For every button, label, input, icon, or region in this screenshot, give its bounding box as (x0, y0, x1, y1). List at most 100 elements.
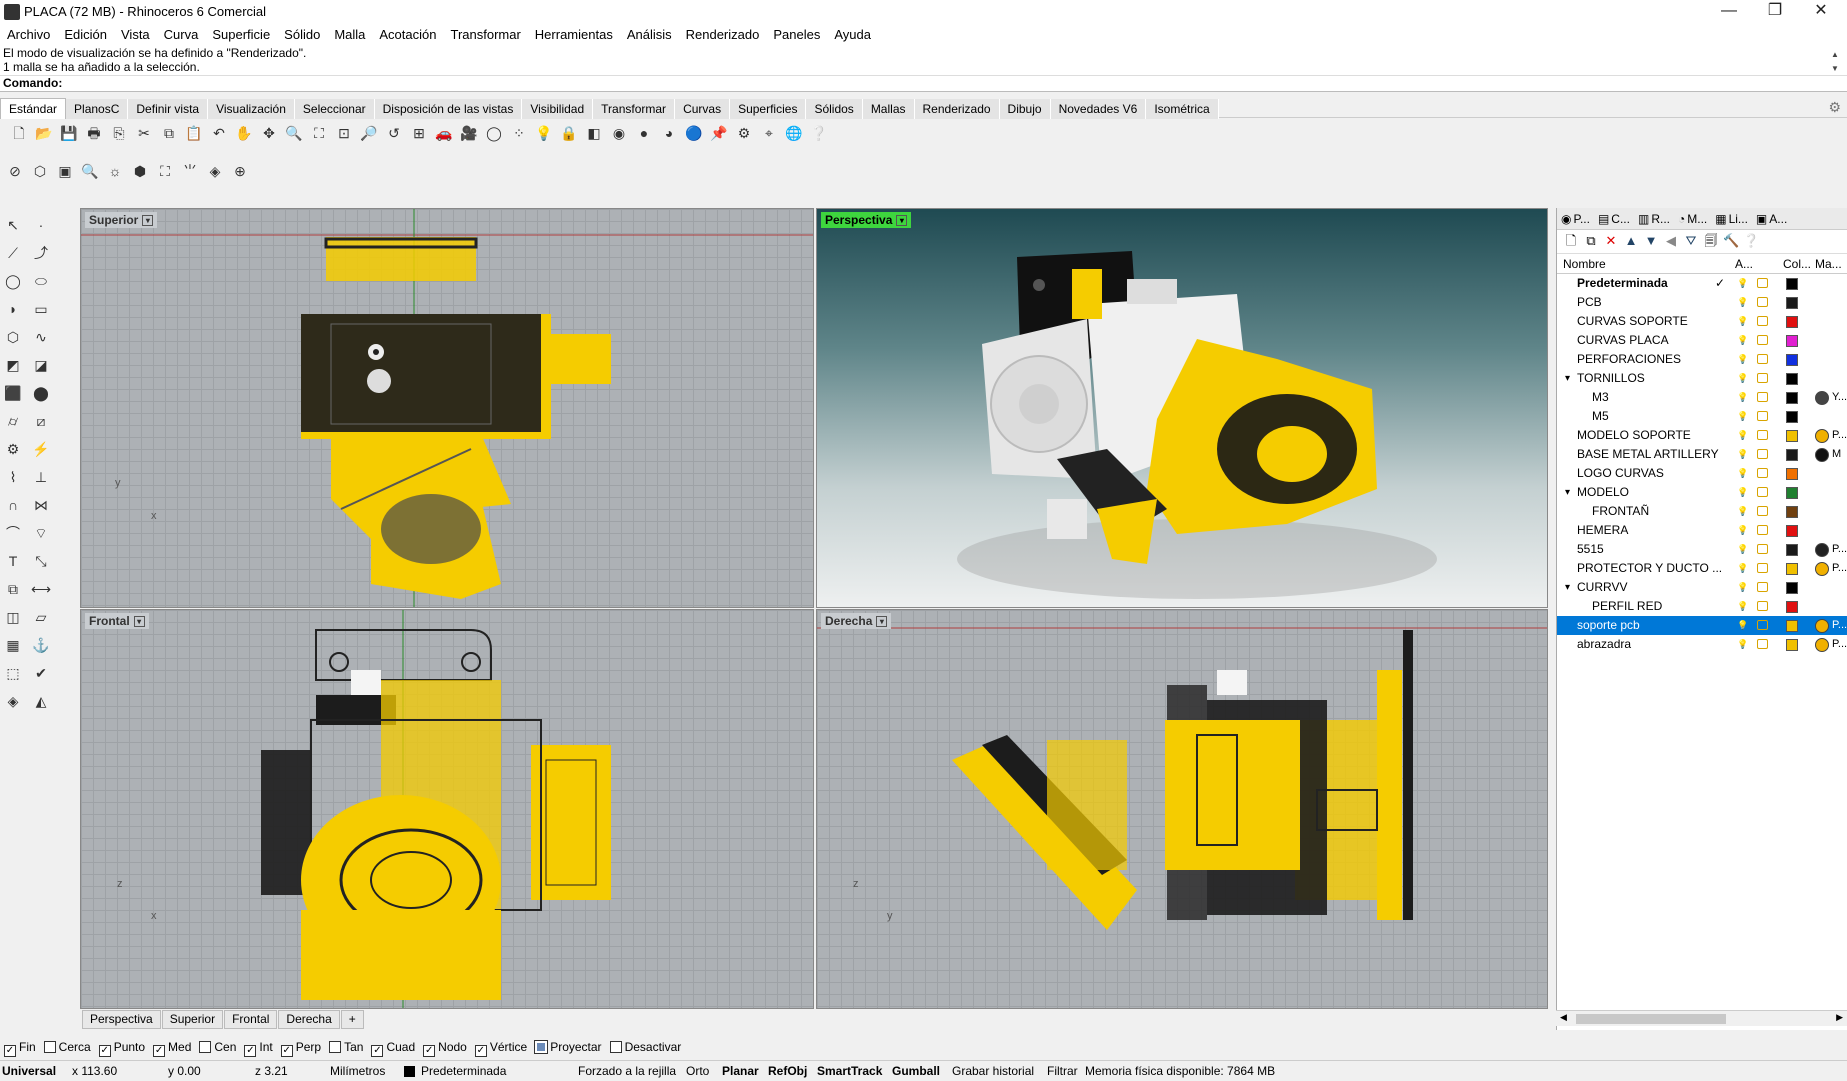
layer-row[interactable]: ▾ MODELO 💡 (1557, 483, 1847, 502)
tab-planosc[interactable]: PlanosC (66, 99, 129, 119)
lock-icon[interactable] (1757, 487, 1768, 497)
scroll-right-icon[interactable]: ▶ (1836, 1012, 1843, 1023)
arc-icon[interactable]: ◗ (2, 298, 24, 320)
status-planar[interactable]: Planar (722, 1061, 759, 1081)
tab-isom-trica[interactable]: Isométrica (1146, 99, 1219, 119)
layer-row[interactable]: ▾ TORNILLOS 💡 (1557, 369, 1847, 388)
open-file-icon[interactable]: 📂 (33, 122, 55, 144)
point-grid-icon[interactable]: ⁘ (508, 122, 530, 144)
material-icon[interactable]: ◭ (30, 690, 52, 712)
status-ortho[interactable]: Orto (686, 1061, 709, 1081)
shaded-icon[interactable]: ▣ (54, 160, 76, 182)
material-sphere-icon[interactable] (1815, 448, 1829, 462)
material-sphere-icon[interactable]: 🔵 (683, 122, 705, 144)
polygon-icon[interactable]: ⬡ (2, 326, 24, 348)
box-icon[interactable]: ⬢ (129, 160, 151, 182)
lock-icon[interactable] (1757, 297, 1768, 307)
visibility-bulb-icon[interactable]: 💡 (1737, 315, 1748, 328)
layer-color-swatch[interactable] (1786, 316, 1798, 328)
layer-row[interactable]: PCB 💡 (1557, 293, 1847, 312)
visibility-bulb-icon[interactable]: 💡 (1737, 600, 1748, 613)
layer-row[interactable]: LOGO CURVAS 💡 (1557, 464, 1847, 483)
panel-tab-5[interactable]: ▣ A... (1752, 208, 1791, 230)
lock-icon[interactable] (1757, 582, 1768, 592)
layer-color-swatch[interactable] (1786, 430, 1798, 442)
rotate-view-icon[interactable]: ✥ (258, 122, 280, 144)
menu-archivo[interactable]: Archivo (0, 24, 57, 46)
visibility-bulb-icon[interactable]: 💡 (1737, 505, 1748, 518)
layer-color-swatch[interactable] (1786, 335, 1798, 347)
viewport-front[interactable]: Frontal ▾ z x (80, 609, 814, 1009)
delete-layer-icon[interactable]: ✕ (1603, 233, 1619, 249)
menu-an-lisis[interactable]: Análisis (620, 24, 679, 46)
layers-horizontal-scrollbar[interactable]: ◀ ▶ (1556, 1010, 1847, 1026)
new-layer-icon[interactable]: 🗋 (1563, 233, 1579, 249)
layer-row[interactable]: ▾ CURRVV 💡 (1557, 578, 1847, 597)
viewport-right[interactable]: Derecha ▾ z y (816, 609, 1548, 1009)
expand-chevron-icon[interactable]: ▾ (1565, 369, 1570, 388)
visibility-bulb-icon[interactable]: 💡 (1737, 638, 1748, 651)
lock-icon[interactable] (1757, 639, 1768, 649)
osnap-tan[interactable]: Tan (329, 1037, 363, 1057)
viewport-menu-chevron-icon[interactable]: ▾ (896, 215, 908, 227)
layer-icon[interactable]: ◧ (583, 122, 605, 144)
lock-icon[interactable] (1757, 335, 1768, 345)
mesh-tool-icon[interactable]: ⧄ (30, 410, 52, 432)
layer-row[interactable]: PERFORACIONES 💡 (1557, 350, 1847, 369)
layer-color-swatch[interactable] (1786, 544, 1798, 556)
layer-color-swatch[interactable] (1786, 297, 1798, 309)
command-input[interactable] (62, 77, 1822, 90)
grid-array-icon[interactable]: ▦ (2, 634, 24, 656)
lock-icon[interactable] (1757, 620, 1768, 630)
gear-tool-icon[interactable]: ⚙ (2, 438, 24, 460)
tab-curvas[interactable]: Curvas (675, 99, 731, 119)
lock-icon[interactable] (1757, 506, 1768, 516)
header-a[interactable]: A... (1735, 257, 1753, 271)
layer-color-swatch[interactable] (1786, 582, 1798, 594)
split-icon[interactable]: ⊥ (30, 466, 52, 488)
layer-row[interactable]: CURVAS SOPORTE 💡 (1557, 312, 1847, 331)
material-sphere-icon[interactable] (1815, 429, 1829, 443)
layer-color-swatch[interactable] (1786, 392, 1798, 404)
move-up-icon[interactable]: ▲ (1623, 233, 1639, 249)
layer-row[interactable]: PROTECTOR Y DUCTO ... 💡 P... (1557, 559, 1847, 578)
polyline-icon[interactable]: ⟋ (2, 242, 24, 264)
visibility-bulb-icon[interactable]: 💡 (1737, 619, 1748, 632)
tab-visualizaci-n[interactable]: Visualización (208, 99, 295, 119)
gear-cog-icon[interactable]: ⚙ (733, 122, 755, 144)
osnap-checkbox[interactable]: ✓ (4, 1045, 16, 1057)
viewport-layout-icon[interactable]: ⊞ (408, 122, 430, 144)
layer-row[interactable]: soporte pcb 💡 P... (1557, 616, 1847, 635)
viewport-tab-perspectiva[interactable]: Perspectiva (82, 1010, 161, 1029)
osnap-checkbox[interactable] (199, 1041, 212, 1053)
osnap-checkbox[interactable] (609, 1041, 622, 1053)
layer-color-swatch[interactable] (1786, 411, 1798, 423)
menu-edici-n[interactable]: Edición (57, 24, 114, 46)
freeform-icon[interactable]: ∿ (30, 326, 52, 348)
wireframe-icon[interactable]: ⬡ (29, 160, 51, 182)
tab-visibilidad[interactable]: Visibilidad (522, 99, 594, 119)
color-wheel-icon[interactable]: ◉ (608, 122, 630, 144)
visibility-bulb-icon[interactable]: 💡 (1737, 486, 1748, 499)
car-icon[interactable]: 🚗 (433, 122, 455, 144)
osnap-checkbox[interactable]: ✓ (371, 1045, 384, 1057)
status-units[interactable]: Milímetros (330, 1061, 385, 1081)
lock-icon[interactable] (1757, 411, 1768, 421)
osnap-punto[interactable]: ✓ Punto (98, 1037, 145, 1057)
visibility-bulb-icon[interactable]: 💡 (1737, 562, 1748, 575)
point-icon[interactable]: · (30, 214, 52, 236)
lock-icon[interactable] (1757, 354, 1768, 364)
lock-icon[interactable] (1757, 373, 1768, 383)
new-file-icon[interactable]: 🗋 (8, 122, 30, 144)
menu-transformar[interactable]: Transformar (443, 24, 527, 46)
layer-row[interactable]: CURVAS PLACA 💡 (1557, 331, 1847, 350)
extrude-icon[interactable]: ◪ (30, 354, 52, 376)
lock-icon[interactable] (1757, 601, 1768, 611)
osnap-v-rtice[interactable]: ✓ Vértice (474, 1037, 527, 1057)
boolean-icon[interactable]: ∩ (2, 494, 24, 516)
menu-acotaci-n[interactable]: Acotación (372, 24, 443, 46)
panel-tab-1[interactable]: ▤ C... (1594, 208, 1634, 230)
material-sphere-icon[interactable] (1815, 543, 1829, 557)
material-sphere-icon[interactable] (1815, 638, 1829, 652)
layer-row[interactable]: MODELO SOPORTE 💡 P... (1557, 426, 1847, 445)
